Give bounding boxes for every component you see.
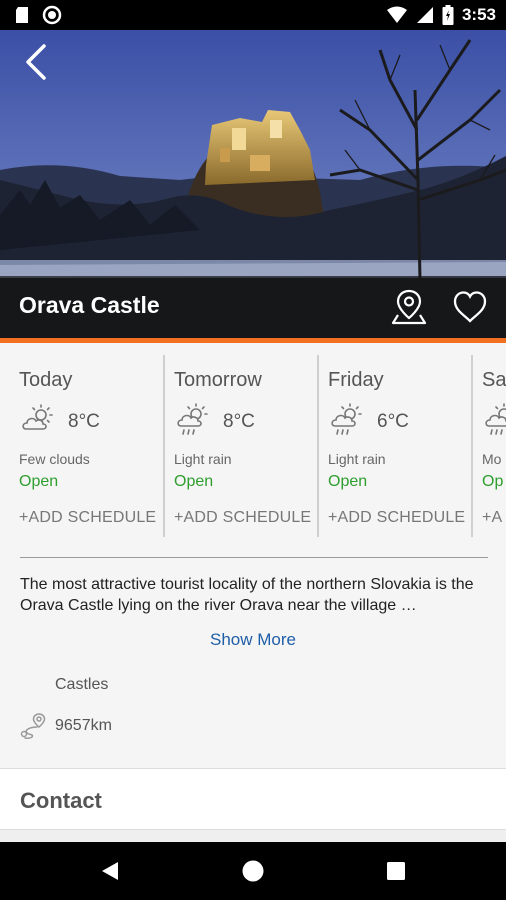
system-nav-bar	[0, 842, 506, 900]
status-bar: 3:53	[0, 0, 506, 30]
day-condition: Light rain	[174, 451, 232, 467]
day-condition: Mo	[482, 451, 502, 467]
day-condition: Few clouds	[19, 451, 90, 467]
forecast-day-today: Today 8°C Few clouds Open +ADD SCHEDULE	[0, 343, 156, 538]
nav-home-icon[interactable]	[241, 859, 265, 883]
cell-signal-icon	[416, 7, 433, 23]
add-schedule-button[interactable]: +A	[482, 509, 502, 527]
place-description: The most attractive tourist locality of …	[20, 576, 474, 614]
map-pin-icon	[391, 289, 427, 325]
chevron-left-icon	[26, 44, 46, 80]
forecast-day-friday: Friday 6°C Light rain Open +ADD SCHEDULE	[309, 343, 465, 538]
hero-image-section: Orava Castle	[0, 30, 506, 338]
contact-section[interactable]: Contact	[0, 768, 506, 830]
contact-heading: Contact	[20, 788, 102, 813]
sun-rain-icon	[331, 403, 362, 435]
nav-recents-icon[interactable]	[386, 861, 406, 881]
forecast-day-tomorrow: Tomorrow 8°C Light rain Open +ADD SCHEDU…	[155, 343, 311, 538]
day-open-status: Open	[19, 473, 59, 490]
day-temperature: 8°C	[223, 411, 255, 432]
category-label: Castles	[55, 676, 109, 693]
weather-forecast: Today 8°C Few clouds Open +ADD SCHEDULE …	[0, 343, 506, 548]
day-open-status: Op	[482, 473, 504, 490]
sun-cloud-icon	[22, 404, 53, 430]
status-time: 3:53	[461, 5, 496, 24]
heart-icon	[453, 291, 487, 323]
section-gap	[0, 830, 506, 842]
add-schedule-button[interactable]: +ADD SCHEDULE	[328, 509, 465, 527]
show-more-link[interactable]: Show More	[0, 630, 506, 650]
add-schedule-button[interactable]: +ADD SCHEDULE	[174, 509, 311, 527]
distance-label: 9657km	[55, 717, 112, 734]
day-condition: Light rain	[328, 451, 386, 467]
sd-card-icon	[16, 7, 28, 23]
day-temperature: 6°C	[377, 411, 409, 432]
section-divider	[20, 557, 488, 558]
back-button[interactable]	[18, 42, 58, 82]
day-name: Sa	[482, 369, 506, 391]
favorite-button[interactable]	[452, 290, 488, 324]
day-name: Friday	[328, 369, 384, 391]
route-icon	[20, 713, 46, 739]
nav-back-icon[interactable]	[98, 859, 122, 883]
day-open-status: Open	[328, 473, 368, 490]
forecast-day-saturday: Sa Mo Op +A	[463, 343, 506, 538]
sun-rain-icon	[177, 403, 208, 435]
day-name: Tomorrow	[174, 369, 262, 391]
map-location-button[interactable]	[390, 288, 428, 326]
place-title: Orava Castle	[19, 292, 160, 318]
day-open-status: Open	[174, 473, 214, 490]
battery-icon	[442, 5, 454, 25]
wifi-icon	[386, 6, 407, 23]
sun-rain-icon	[485, 403, 506, 435]
day-temperature: 8°C	[68, 411, 100, 432]
day-name: Today	[19, 369, 73, 391]
record-icon	[42, 5, 62, 25]
add-schedule-button[interactable]: +ADD SCHEDULE	[19, 509, 156, 527]
title-bar: Orava Castle	[0, 276, 506, 338]
